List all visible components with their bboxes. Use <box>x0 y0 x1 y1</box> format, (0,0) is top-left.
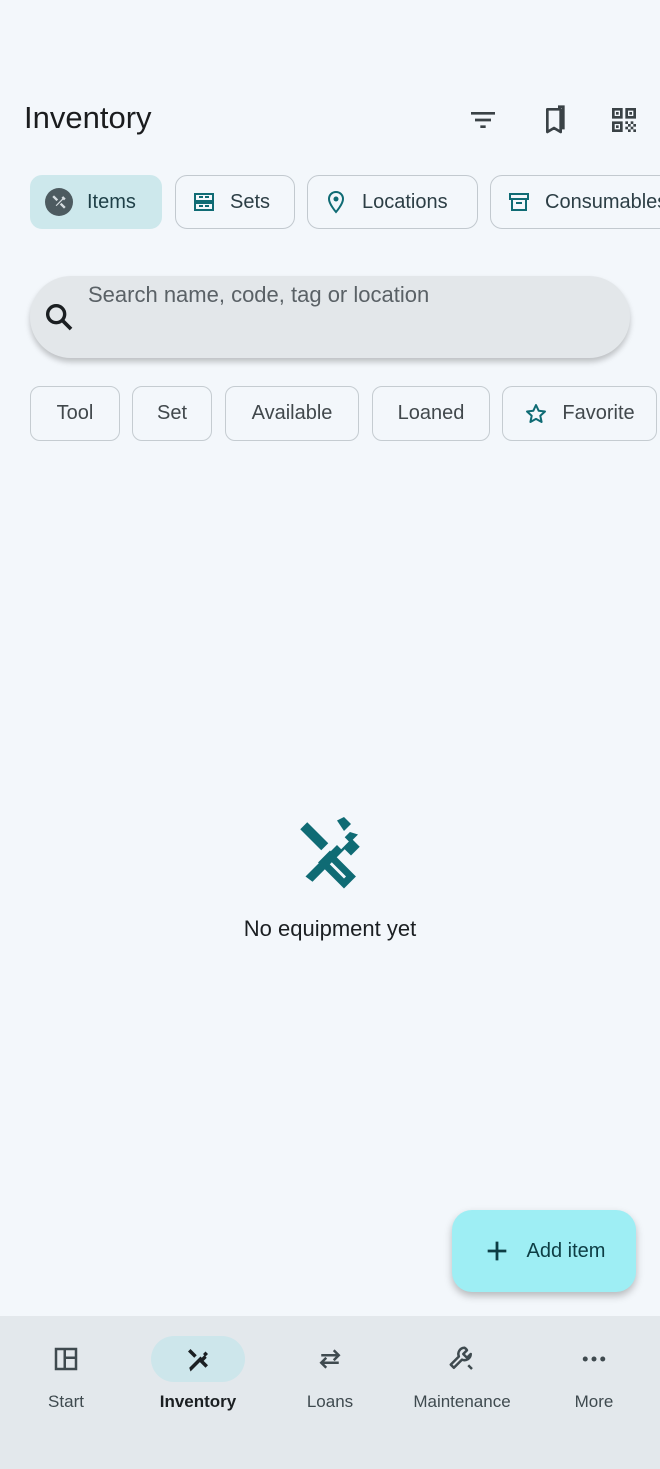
chip-label: Set <box>156 402 188 424</box>
nav-label: Start <box>48 1392 84 1411</box>
segment-label: Consumables <box>545 190 660 213</box>
nav-label: More <box>574 1392 614 1411</box>
nav-maintenance[interactable]: Maintenance <box>396 1336 528 1436</box>
segment-sets[interactable]: Sets <box>175 175 295 229</box>
chip-label: Loaned <box>397 402 465 424</box>
add-item-label: Add item <box>526 1239 606 1262</box>
wrench-icon <box>449 1346 473 1370</box>
category-segments: Items Sets Locations Consumables <box>0 175 660 233</box>
empty-state: No equipment yet <box>0 810 660 942</box>
chip-loaned[interactable]: Loaned <box>372 386 490 441</box>
segment-items[interactable]: Items <box>30 175 162 229</box>
segment-label: Sets <box>230 190 271 213</box>
plus-icon <box>487 1241 506 1261</box>
tools-icon <box>188 1349 208 1372</box>
chip-tool[interactable]: Tool <box>30 386 120 441</box>
filter-icon[interactable] <box>459 96 507 144</box>
nav-label: Inventory <box>159 1392 237 1411</box>
star-outline-icon <box>526 403 547 423</box>
filter-chips: Tool Set Available Loaned Favorite <box>0 386 660 444</box>
chip-available[interactable]: Available <box>225 386 359 441</box>
segment-locations[interactable]: Locations <box>307 175 478 229</box>
search-bar[interactable] <box>30 276 630 358</box>
bottom-navigation: Start Inventory Loans Maintenance More <box>0 1316 660 1469</box>
nav-loans[interactable]: Loans <box>264 1336 396 1436</box>
nav-label: Maintenance <box>413 1392 511 1411</box>
qr-code-icon[interactable] <box>600 96 648 144</box>
chip-set[interactable]: Set <box>132 386 212 441</box>
chip-label: Favorite <box>562 402 635 424</box>
chip-favorite[interactable]: Favorite <box>502 386 657 441</box>
chip-label: Available <box>251 402 333 424</box>
top-app-bar: Inventory <box>0 80 660 158</box>
empty-message: No equipment yet <box>243 916 417 941</box>
search-icon <box>45 303 73 331</box>
nav-label: Loans <box>306 1392 354 1411</box>
bookmarks-icon[interactable] <box>530 96 578 144</box>
swap-arrows-icon <box>319 1349 341 1369</box>
nav-inventory[interactable]: Inventory <box>132 1336 264 1436</box>
tools-icon <box>300 817 360 889</box>
location-pin-icon <box>327 190 345 214</box>
archive-box-icon <box>509 193 529 211</box>
chip-label: Tool <box>56 402 94 424</box>
page-title: Inventory <box>24 100 152 135</box>
more-horiz-icon <box>582 1356 606 1362</box>
nav-more[interactable]: More <box>528 1336 660 1436</box>
segment-label: Items <box>87 190 136 213</box>
nav-start[interactable]: Start <box>0 1336 132 1436</box>
tools-icon <box>45 188 73 216</box>
segment-label: Locations <box>362 190 448 213</box>
add-item-button[interactable]: Add item <box>452 1210 636 1292</box>
grid-boxes-icon <box>194 193 214 211</box>
search-input[interactable] <box>88 278 608 312</box>
segment-consumables[interactable]: Consumables <box>490 175 660 229</box>
dashboard-icon <box>54 1347 78 1371</box>
